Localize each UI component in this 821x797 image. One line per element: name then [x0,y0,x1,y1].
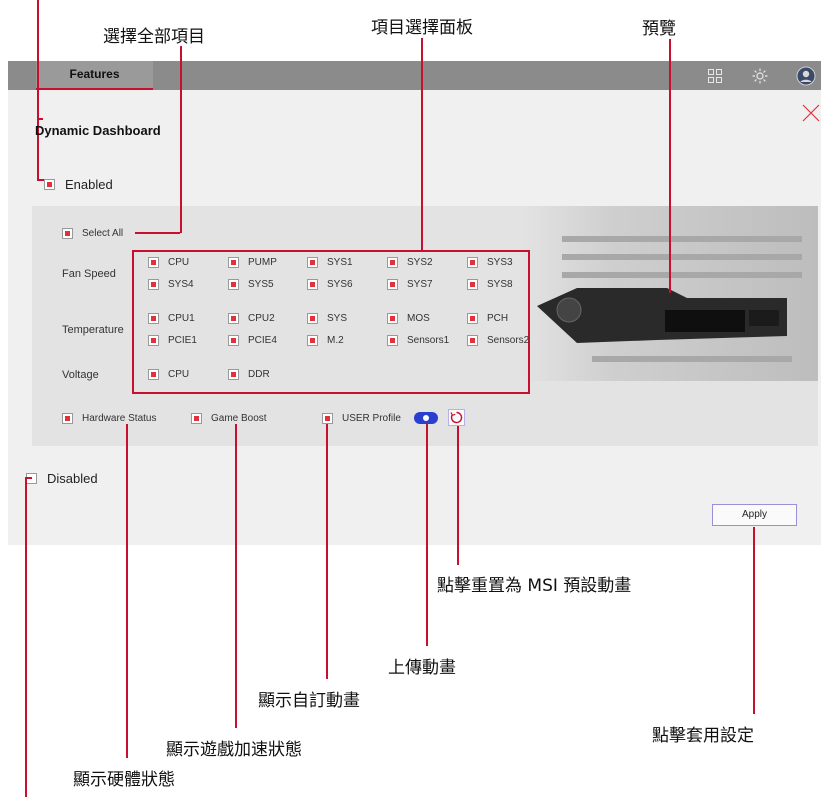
leader-item-panel-top [421,38,423,61]
page-title: Dynamic Dashboard [35,123,161,138]
gear-icon[interactable] [749,65,771,87]
leader-hardware-bottom [126,545,128,758]
msi-reset-icon[interactable] [448,409,465,426]
temp-m2-checkbox[interactable]: M.2 [307,335,344,346]
hardware-status-label: Hardware Status [82,413,157,424]
volt-ddr-checkbox[interactable]: DDR [228,369,270,380]
temp-pcie4-checkbox[interactable]: PCIE4 [228,335,277,346]
leader-select-all-hook [135,232,180,234]
select-all-checkbox[interactable]: Select All [62,228,123,239]
callout-preview: 預覽 [642,19,676,39]
leader-reset-in [457,426,459,446]
leader-apply-bottom [753,545,755,714]
fan-sys7-checkbox[interactable]: SYS7 [387,279,433,290]
leader-game-boost-mid [235,446,237,545]
leader-apply-in [753,527,755,545]
leader-user-profile-mid [326,446,328,545]
temp-sensors1-checkbox[interactable]: Sensors1 [387,335,449,346]
temp-pcie1-checkbox[interactable]: PCIE1 [148,335,197,346]
leader-item-panel-in [421,61,423,251]
temp-sensors2-checkbox[interactable]: Sensors2 [467,335,529,346]
fan-sys2-checkbox[interactable]: SYS2 [387,257,433,268]
leader-game-boost-bottom [235,545,237,728]
volt-cpu-checkbox[interactable]: CPU [148,369,189,380]
fan-cpu-checkbox[interactable]: CPU [148,257,189,268]
temp-pch-checkbox[interactable]: PCH [467,313,508,324]
fan-sys1-checkbox[interactable]: SYS1 [307,257,353,268]
grid-icon[interactable] [704,65,726,87]
game-boost-checkbox[interactable]: Game Boost [191,413,267,424]
leader-preview-top [669,39,671,61]
leader-user-profile-bottom [326,545,328,679]
top-bar: Features [8,61,821,90]
callout-upload: 上傳動畫 [388,658,456,678]
preview-heatsink-image [537,288,787,343]
leader-preview-in [669,61,671,293]
callout-apply: 點擊套用設定 [652,726,754,746]
callout-item-panel: 項目選擇面板 [371,18,473,38]
tab-features[interactable]: Features [36,61,153,90]
row-label-fan-speed: Fan Speed [62,268,116,280]
close-icon[interactable] [801,103,821,123]
item-selection-panel: Select All Fan Speed Temperature Voltage… [32,61,818,446]
dynamic-dashboard-window: Features Dynamic Dashboard Enabled Selec… [8,61,821,545]
avatar-icon[interactable] [795,65,817,87]
enabled-option[interactable]: Enabled [44,177,113,192]
temp-mos-checkbox[interactable]: MOS [387,313,430,324]
temp-cpu1-checkbox[interactable]: CPU1 [148,313,195,324]
leader-reset-mid [457,446,459,545]
leader-upload-mid [426,446,428,545]
row-label-voltage: Voltage [62,369,99,381]
fan-sys3-checkbox[interactable]: SYS3 [467,257,513,268]
leader-select-all-in [180,61,182,233]
leader-reset-bottom [457,545,459,565]
fan-sys5-checkbox[interactable]: SYS5 [228,279,274,290]
leader-enabled-top [37,0,39,61]
user-profile-checkbox[interactable]: USER Profile [322,413,401,424]
select-all-label: Select All [82,228,124,239]
callout-hardware-status: 顯示硬體狀態 [73,770,175,790]
leader-hardware-mid [126,446,128,545]
hardware-status-checkbox[interactable]: Hardware Status [62,413,156,424]
apply-button[interactable]: Apply [712,504,797,526]
leader-hardware-in [126,424,128,446]
fan-sys4-checkbox[interactable]: SYS4 [148,279,194,290]
leader-select-all-top [180,46,182,61]
callout-user-animation: 顯示自訂動畫 [258,691,360,711]
leader-upload-bottom [426,545,428,646]
leader-disabled-in [25,477,27,545]
fan-sys8-checkbox[interactable]: SYS8 [467,279,513,290]
fan-pump-checkbox[interactable]: PUMP [228,257,277,268]
leader-upload-in [426,424,428,446]
disabled-option[interactable]: Disabled [26,471,98,486]
enabled-checkbox[interactable] [44,179,55,190]
disabled-label: Disabled [47,471,98,486]
leader-game-boost-in [235,424,237,446]
game-boost-label: Game Boost [211,413,267,424]
callout-select-all: 選擇全部項目 [103,27,205,47]
leader-enabled-in [37,61,39,119]
fan-sys6-checkbox[interactable]: SYS6 [307,279,353,290]
upload-animation-button[interactable] [414,412,438,424]
enabled-label: Enabled [65,177,113,192]
user-profile-label: USER Profile [342,413,401,424]
callout-reset-msi: 點擊重置為 MSI 預設動畫 [437,576,632,596]
leader-user-profile-in [326,424,328,446]
temp-sys-checkbox[interactable]: SYS [307,313,347,324]
temp-cpu2-checkbox[interactable]: CPU2 [228,313,275,324]
leader-disabled-hook [25,477,32,479]
leader-disabled-bottom [25,545,27,797]
callout-game-boost: 顯示遊戲加速狀態 [166,740,302,760]
row-label-temperature: Temperature [62,324,124,336]
